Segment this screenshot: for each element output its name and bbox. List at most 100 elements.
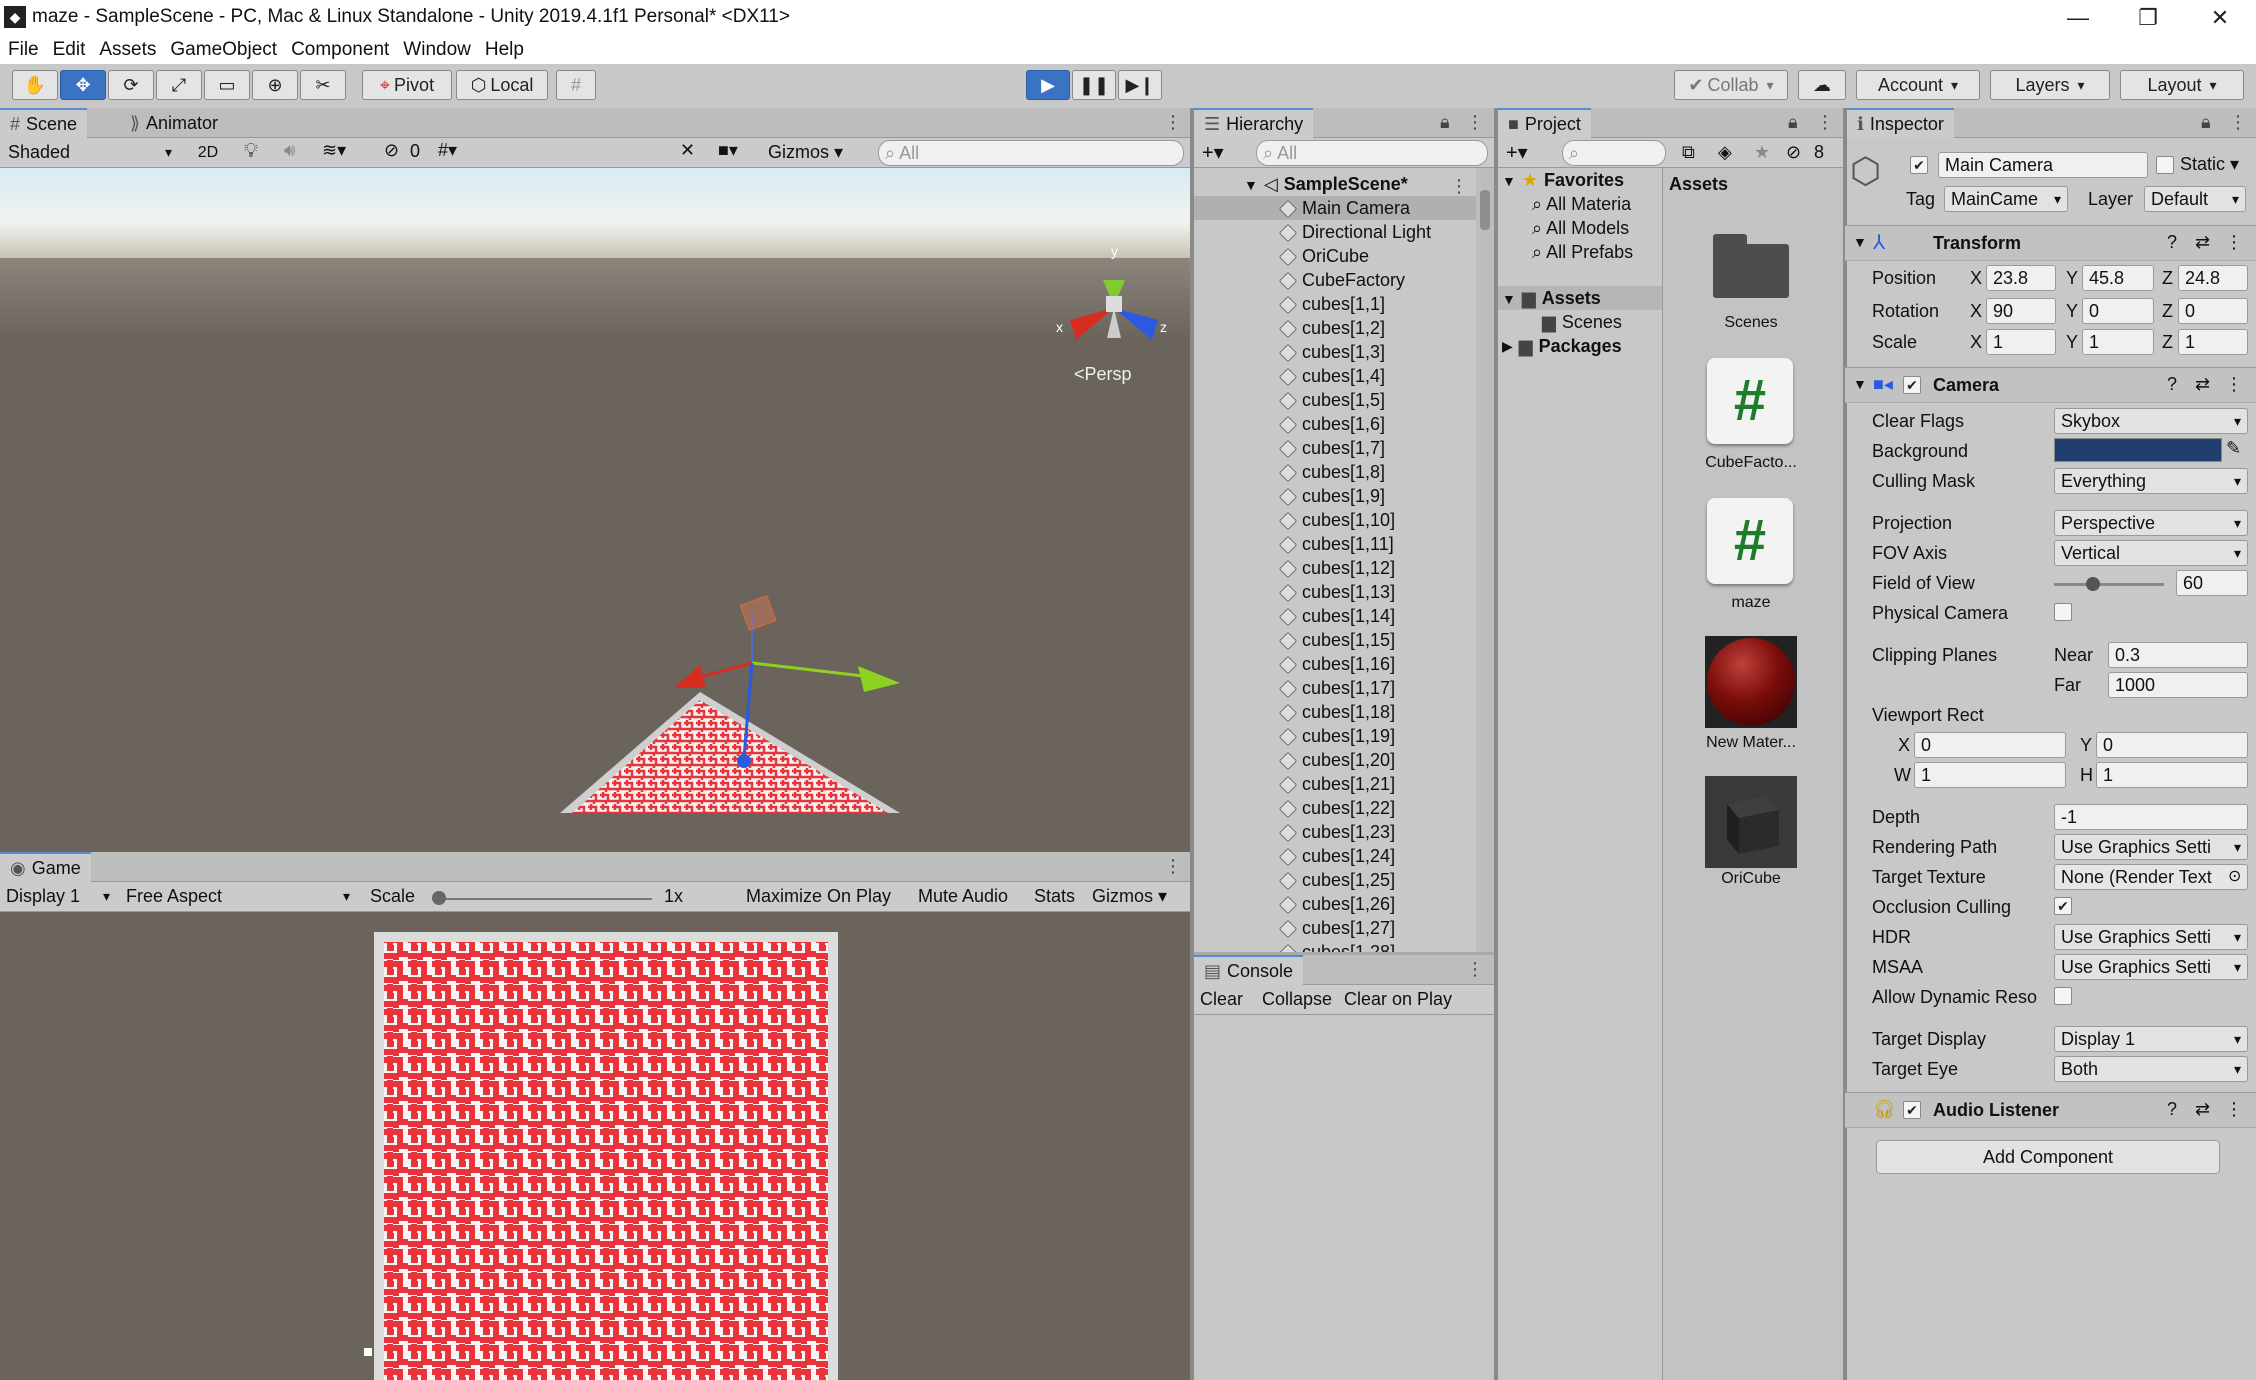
hierarchy-row[interactable]: cubes[1,28]	[1278, 942, 1395, 952]
scale-y-field[interactable]: 1	[2082, 329, 2154, 355]
console-clear-button[interactable]: Clear	[1200, 989, 1243, 1010]
camera-fold-icon[interactable]: ▼	[1853, 376, 1867, 392]
scale-slider-thumb[interactable]	[432, 891, 446, 905]
fov-slider-thumb[interactable]	[2085, 577, 2100, 591]
game-gizmos-dropdown[interactable]: Gizmos ▾	[1092, 886, 1167, 907]
stats-toggle[interactable]: Stats	[1034, 886, 1075, 907]
grid-toggle-icon[interactable]: #▾	[438, 140, 457, 161]
layer-dropdown[interactable]: Default	[2144, 186, 2246, 212]
game-menu-icon[interactable]: ⋮	[1164, 856, 1182, 877]
viewport-x-field[interactable]: 0	[1914, 732, 2066, 758]
camera-enabled-checkbox[interactable]: ✔	[1903, 376, 1921, 394]
menu-gameobject[interactable]: GameObject	[170, 39, 277, 61]
scale-z-field[interactable]: 1	[2178, 329, 2248, 355]
project-lock-icon[interactable]: 🔒︎	[1788, 112, 1798, 133]
hidden-objects-icon[interactable]: ⊘	[384, 140, 399, 161]
menu-assets[interactable]: Assets	[99, 39, 156, 61]
hierarchy-row[interactable]: cubes[1,27]	[1278, 918, 1395, 939]
asset-scenes-label[interactable]: Scenes	[1691, 314, 1811, 332]
favorite-star-icon[interactable]: ★	[1754, 142, 1770, 163]
persp-label[interactable]: <Persp	[1074, 364, 1132, 384]
asset-material-label[interactable]: New Mater...	[1691, 734, 1811, 752]
viewport-w-field[interactable]: 1	[1914, 762, 2066, 788]
clear-flags-dropdown[interactable]: Skybox	[2054, 408, 2248, 434]
scene-menu-icon[interactable]: ⋮	[1164, 112, 1182, 133]
audio-listener-checkbox[interactable]: ✔	[1903, 1101, 1921, 1119]
position-y-field[interactable]: 45.8	[2082, 265, 2154, 291]
console-menu-icon[interactable]: ⋮	[1466, 959, 1484, 980]
filter-type-icon[interactable]: ⧉	[1682, 142, 1695, 163]
tab-hierarchy[interactable]: ☰ Hierarchy	[1194, 108, 1314, 138]
hierarchy-row[interactable]: cubes[1,13]	[1278, 582, 1395, 603]
tab-inspector[interactable]: ℹ Inspector	[1847, 108, 1954, 138]
transform-menu-icon[interactable]: ⋮	[2225, 232, 2243, 253]
hierarchy-search-input[interactable]: ⌕ All	[1256, 140, 1488, 166]
hierarchy-row[interactable]: cubes[1,8]	[1278, 462, 1385, 483]
asset-maze-label[interactable]: maze	[1691, 594, 1811, 612]
hierarchy-row[interactable]: cubes[1,2]	[1278, 318, 1385, 339]
restore-button[interactable]: ❐	[2124, 2, 2172, 34]
hdr-dropdown[interactable]: Use Graphics Setti	[2054, 924, 2248, 950]
audio-listener-header[interactable]: 🎧︎ ✔ Audio Listener ? ⇄ ⋮	[1845, 1092, 2256, 1128]
hierarchy-row[interactable]: cubes[1,18]	[1278, 702, 1395, 723]
far-field[interactable]: 1000	[2108, 672, 2248, 698]
tab-project[interactable]: ■ Project	[1498, 108, 1591, 138]
hierarchy-row[interactable]: cubes[1,1]	[1278, 294, 1385, 315]
2d-toggle[interactable]: 2D	[188, 140, 228, 166]
occlusion-culling-checkbox[interactable]: ✔	[2054, 897, 2072, 915]
packages-folder-row[interactable]: ▶ ▆ Packages	[1502, 336, 1622, 357]
hierarchy-row[interactable]: cubes[1,9]	[1278, 486, 1385, 507]
aspect-dropdown[interactable]: Free Aspect	[120, 884, 356, 910]
pivot-toggle[interactable]: ⌖ Pivot	[362, 70, 452, 100]
hierarchy-row[interactable]: cubes[1,4]	[1278, 366, 1385, 387]
display-dropdown[interactable]: Display 1	[0, 884, 116, 910]
camera-help-icon[interactable]: ?	[2167, 374, 2177, 395]
fov-slider[interactable]	[2054, 577, 2164, 591]
project-hidden-icon[interactable]: ⊘	[1786, 142, 1801, 163]
tab-game[interactable]: ◉ Game	[0, 852, 91, 882]
hierarchy-row[interactable]: cubes[1,26]	[1278, 894, 1395, 915]
audio-presets-icon[interactable]: ⇄	[2195, 1099, 2210, 1120]
rotate-tool-icon[interactable]: ⟳	[108, 70, 154, 100]
effects-icon[interactable]: ≋▾	[322, 140, 346, 161]
move-tool-icon[interactable]: ✥	[60, 70, 106, 100]
menu-component[interactable]: Component	[291, 39, 389, 61]
play-button[interactable]: ▶	[1026, 70, 1070, 100]
hierarchy-row[interactable]: cubes[1,22]	[1278, 798, 1395, 819]
viewport-y-field[interactable]: 0	[2096, 732, 2248, 758]
tab-scene[interactable]: # Scene	[0, 108, 88, 138]
custom-tool-icon[interactable]: ✂	[300, 70, 346, 100]
asset-cubefactory-script-icon[interactable]: #	[1707, 358, 1793, 444]
scene-search-input[interactable]: ⌕ All	[878, 140, 1184, 166]
tag-dropdown[interactable]: MainCame	[1944, 186, 2068, 212]
transform-fold-icon[interactable]: ▼	[1853, 234, 1867, 250]
transform-header[interactable]: ▼ ⅄ Transform ? ⇄ ⋮	[1845, 225, 2256, 261]
transform-tool-icon[interactable]: ⊕	[252, 70, 298, 100]
rotation-z-field[interactable]: 0	[2178, 298, 2248, 324]
hierarchy-lock-icon[interactable]: 🔒︎	[1440, 112, 1450, 133]
assets-folder-row[interactable]: ▼ ▆ Assets	[1502, 288, 1601, 309]
camera-icon[interactable]: ■▾	[718, 140, 738, 161]
dynamic-resolution-checkbox[interactable]	[2054, 987, 2072, 1005]
scene-root-menu-icon[interactable]: ⋮	[1450, 176, 1468, 197]
hierarchy-scroll-thumb[interactable]	[1480, 190, 1490, 230]
mute-audio-toggle[interactable]: Mute Audio	[918, 886, 1008, 907]
transform-presets-icon[interactable]: ⇄	[2195, 232, 2210, 253]
rect-tool-icon[interactable]: ▭	[204, 70, 250, 100]
console-clear-on-play-button[interactable]: Clear on Play	[1344, 989, 1452, 1010]
hierarchy-row[interactable]: cubes[1,11]	[1278, 534, 1394, 555]
maximize-on-play-toggle[interactable]: Maximize On Play	[746, 886, 891, 907]
tab-console[interactable]: ▤ Console	[1194, 955, 1304, 985]
menu-window[interactable]: Window	[403, 39, 471, 61]
rotation-x-field[interactable]: 90	[1986, 298, 2056, 324]
inspector-lock-icon[interactable]: 🔒︎	[2201, 112, 2211, 133]
menu-file[interactable]: File	[8, 39, 39, 61]
asset-material-icon[interactable]	[1705, 636, 1797, 728]
grid-snap-icon[interactable]: #	[556, 70, 596, 100]
filter-label-icon[interactable]: ◈	[1718, 142, 1732, 163]
hierarchy-row[interactable]: cubes[1,16]	[1278, 654, 1395, 675]
step-button[interactable]: ▶❙	[1118, 70, 1162, 100]
static-label[interactable]: Static ▾	[2180, 154, 2239, 175]
fav-item-materials[interactable]: ⌕ All Materia	[1532, 194, 1631, 215]
fov-axis-dropdown[interactable]: Vertical	[2054, 540, 2248, 566]
